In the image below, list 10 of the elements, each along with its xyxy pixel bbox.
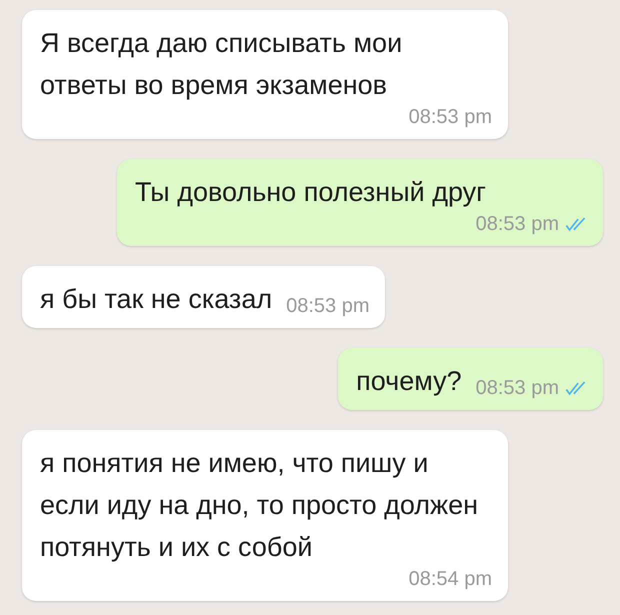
message-text: я понятия не имею, что пишу и если иду на дно, то просто должен потянуть и их с собой (40, 447, 480, 564)
message-time: 08:53 pm (476, 213, 559, 236)
message-text: почему? (356, 365, 462, 398)
message-time: 08:53 pm (408, 106, 492, 129)
message-text: я бы так не сказал (40, 283, 272, 316)
message-time: 08:54 pm (408, 568, 492, 591)
message-time: 08:53 pm (286, 295, 370, 318)
message-text: Ты довольно полезный друг (135, 176, 486, 209)
message-time: 08:53 pm (476, 377, 559, 400)
message-text: Я всегда даю списывать мои ответы во время экзаменов (40, 27, 404, 102)
